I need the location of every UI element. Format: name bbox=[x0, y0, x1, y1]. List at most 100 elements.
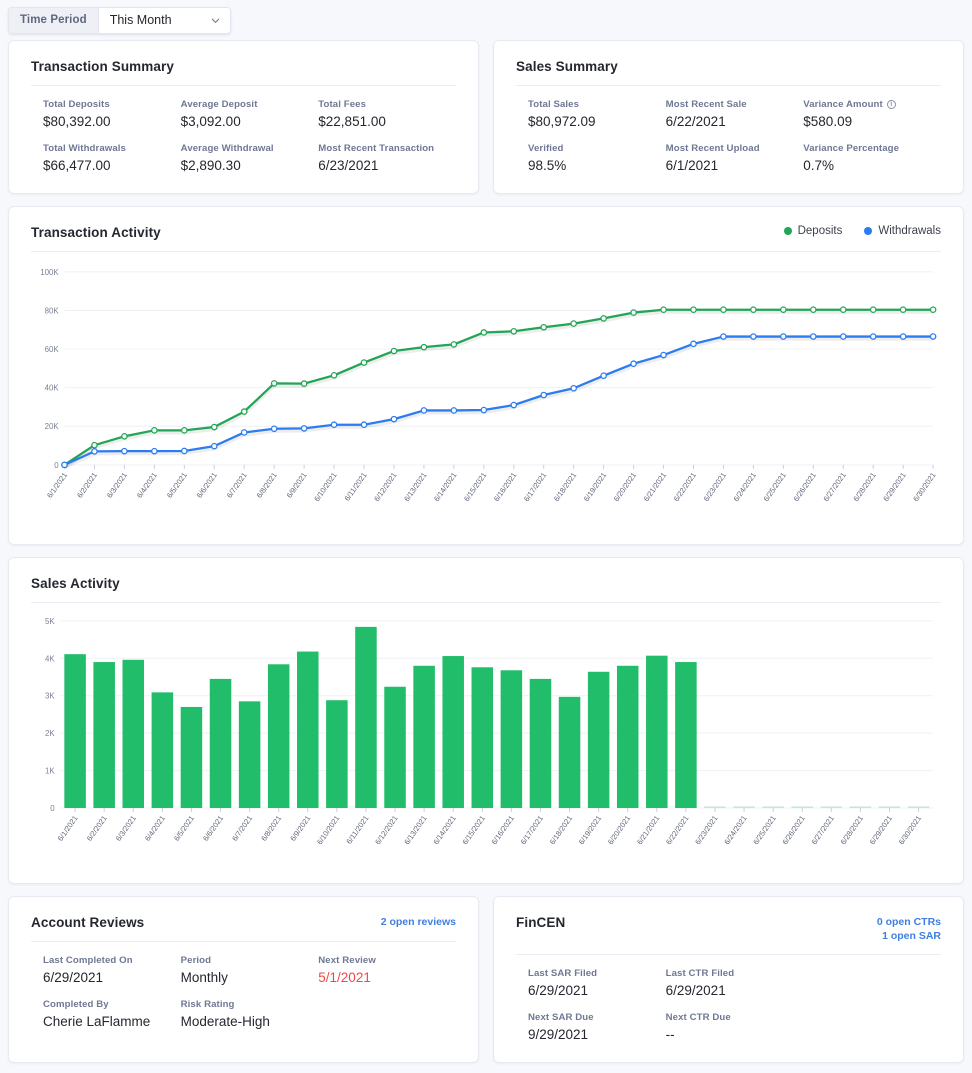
sales-summary-card: Sales Summary Total Sales $80,972.09 Mos… bbox=[493, 40, 964, 194]
bar-chart-body: 0 1K 2K 3K 4K 5K 6/1/2021 6/2/2021 6/3/2021 6/4/2… bbox=[9, 603, 963, 877]
field-label-text: Variance Amount bbox=[803, 99, 883, 110]
field: Average Deposit $3,092.00 bbox=[181, 99, 319, 129]
fincen-links: 0 open CTRs 1 open SAR bbox=[877, 915, 941, 943]
transaction-summary-header: Transaction Summary bbox=[9, 41, 478, 85]
field: Most Recent Sale 6/22/2021 bbox=[666, 99, 804, 129]
field: Next CTR Due -- bbox=[666, 1012, 804, 1042]
field-value: 5/1/2021 bbox=[318, 969, 371, 985]
svg-text:4K: 4K bbox=[45, 654, 55, 663]
summary-row: Transaction Summary Total Deposits $80,3… bbox=[0, 40, 972, 194]
svg-text:6/20/2021: 6/20/2021 bbox=[612, 471, 638, 503]
svg-text:6/29/2021: 6/29/2021 bbox=[881, 471, 907, 503]
sales-activity-row: Sales Activity 0 1K 2K 3K 4K 5K 6/1/2021 6/2/20… bbox=[0, 556, 972, 884]
transaction-activity-row: Transaction Activity Deposits Withdrawal… bbox=[0, 206, 972, 545]
svg-text:6/7/2021: 6/7/2021 bbox=[230, 814, 254, 843]
transaction-summary-card: Transaction Summary Total Deposits $80,3… bbox=[8, 40, 479, 194]
field-label: Most Recent Transaction bbox=[318, 143, 435, 154]
svg-text:40K: 40K bbox=[45, 384, 60, 393]
svg-text:6/21/2021: 6/21/2021 bbox=[642, 471, 668, 503]
svg-text:6/11/2021: 6/11/2021 bbox=[344, 814, 370, 846]
svg-text:6/23/2021: 6/23/2021 bbox=[693, 814, 719, 846]
field-value: 6/22/2021 bbox=[665, 114, 726, 129]
svg-text:6/25/2021: 6/25/2021 bbox=[751, 814, 777, 846]
field-label: Verified bbox=[528, 143, 564, 154]
open-sar-link[interactable]: 1 open SAR bbox=[877, 929, 941, 943]
legend-item-deposits[interactable]: Deposits bbox=[783, 225, 842, 237]
svg-text:6/4/2021: 6/4/2021 bbox=[135, 471, 159, 500]
field: Next Review 5/1/2021 bbox=[318, 955, 456, 985]
transaction-activity-card: Transaction Activity Deposits Withdrawal… bbox=[8, 206, 964, 545]
field-value: $80,972.09 bbox=[528, 114, 596, 129]
field-spacer bbox=[318, 999, 456, 1029]
svg-text:6/29/2021: 6/29/2021 bbox=[868, 814, 894, 846]
svg-text:6/18/2021: 6/18/2021 bbox=[548, 814, 574, 846]
fincen-fields: Last SAR Filed 6/29/2021 Last CTR Filed … bbox=[494, 955, 963, 1062]
field: Total Fees $22,851.00 bbox=[318, 99, 456, 129]
svg-text:6/13/2021: 6/13/2021 bbox=[402, 471, 428, 503]
svg-text:6/4/2021: 6/4/2021 bbox=[143, 814, 167, 843]
svg-text:20K: 20K bbox=[45, 422, 60, 431]
dashboard-page: Time Period This Month Transaction Summa… bbox=[0, 0, 972, 1073]
legend-item-withdrawals[interactable]: Withdrawals bbox=[864, 225, 941, 237]
transaction-summary-fields: Total Deposits $80,392.00 Average Deposi… bbox=[9, 86, 478, 193]
svg-text:6/5/2021: 6/5/2021 bbox=[172, 814, 196, 843]
svg-text:6/1/2021: 6/1/2021 bbox=[45, 471, 69, 500]
field-value: -- bbox=[665, 1027, 675, 1043]
open-reviews-link[interactable]: 2 open reviews bbox=[381, 915, 456, 929]
svg-text:6/24/2021: 6/24/2021 bbox=[732, 471, 758, 503]
svg-text:6/30/2021: 6/30/2021 bbox=[897, 814, 923, 846]
svg-text:5K: 5K bbox=[45, 617, 55, 626]
svg-text:3K: 3K bbox=[45, 691, 55, 700]
svg-text:6/9/2021: 6/9/2021 bbox=[288, 814, 312, 843]
svg-text:6/28/2021: 6/28/2021 bbox=[851, 471, 877, 503]
field: Total Withdrawals $66,477.00 bbox=[43, 143, 181, 173]
sales-activity-header: Sales Activity bbox=[9, 558, 963, 602]
svg-text:6/13/2021: 6/13/2021 bbox=[402, 814, 428, 846]
info-circle-icon[interactable]: i bbox=[886, 100, 896, 109]
field-spacer bbox=[803, 968, 941, 998]
transaction-activity-chart[interactable]: 0 20K 40K 60K 80K 100K 6/1/2021 6/2/2021 6/3/202… bbox=[31, 262, 941, 538]
svg-text:6/28/2021: 6/28/2021 bbox=[839, 814, 865, 846]
svg-text:6/6/2021: 6/6/2021 bbox=[195, 471, 219, 500]
field-value: 6/29/2021 bbox=[528, 983, 589, 999]
field-label: Next Review bbox=[318, 954, 376, 966]
open-ctrs-link[interactable]: 0 open CTRs bbox=[877, 915, 941, 929]
sales-activity-chart[interactable]: 0 1K 2K 3K 4K 5K 6/1/2021 6/2/2021 6/3/2021 6/4/2… bbox=[31, 613, 941, 877]
field-spacer bbox=[803, 1012, 941, 1042]
fincen-card: FinCEN 0 open CTRs 1 open SAR Last SAR F… bbox=[493, 895, 964, 1064]
account-reviews-fields: Last Completed On 6/29/2021 Period Month… bbox=[9, 942, 478, 1049]
time-period-control[interactable]: Time Period This Month bbox=[8, 6, 231, 34]
field-value: 6/29/2021 bbox=[43, 969, 104, 985]
svg-text:1K: 1K bbox=[45, 766, 55, 775]
svg-text:6/25/2021: 6/25/2021 bbox=[762, 471, 788, 503]
svg-text:6/18/2021: 6/18/2021 bbox=[552, 471, 578, 503]
svg-text:6/27/2021: 6/27/2021 bbox=[809, 814, 835, 846]
field-value: $66,477.00 bbox=[43, 158, 111, 173]
field-value: Monthly bbox=[180, 969, 228, 985]
field-label: Completed By bbox=[43, 998, 109, 1010]
field: Last SAR Filed 6/29/2021 bbox=[528, 968, 666, 998]
svg-text:6/24/2021: 6/24/2021 bbox=[722, 814, 748, 846]
field-label: Total Withdrawals bbox=[43, 143, 126, 154]
time-period-select[interactable]: This Month bbox=[97, 7, 230, 33]
svg-text:6/30/2021: 6/30/2021 bbox=[911, 471, 937, 503]
svg-text:80K: 80K bbox=[45, 306, 60, 315]
svg-text:6/3/2021: 6/3/2021 bbox=[114, 814, 138, 843]
svg-text:6/10/2021: 6/10/2021 bbox=[315, 814, 341, 846]
account-reviews-header: Account Reviews 2 open reviews bbox=[9, 897, 478, 941]
svg-text:6/16/2021: 6/16/2021 bbox=[492, 471, 518, 503]
svg-text:6/26/2021: 6/26/2021 bbox=[780, 814, 806, 846]
svg-text:6/9/2021: 6/9/2021 bbox=[285, 471, 309, 500]
chart-legend: Deposits Withdrawals bbox=[783, 225, 941, 237]
svg-text:6/17/2021: 6/17/2021 bbox=[519, 814, 545, 846]
legend-label: Withdrawals bbox=[878, 225, 941, 237]
time-period-value: This Month bbox=[109, 13, 172, 27]
card-title: Sales Activity bbox=[31, 575, 120, 591]
field-label: Total Sales bbox=[528, 99, 580, 110]
svg-text:6/26/2021: 6/26/2021 bbox=[791, 471, 817, 503]
svg-text:6/19/2021: 6/19/2021 bbox=[582, 471, 608, 503]
time-period-label: Time Period bbox=[9, 7, 98, 33]
svg-text:6/7/2021: 6/7/2021 bbox=[225, 471, 249, 500]
field: Verified 98.5% bbox=[528, 143, 666, 173]
field-label: Total Deposits bbox=[43, 99, 110, 110]
